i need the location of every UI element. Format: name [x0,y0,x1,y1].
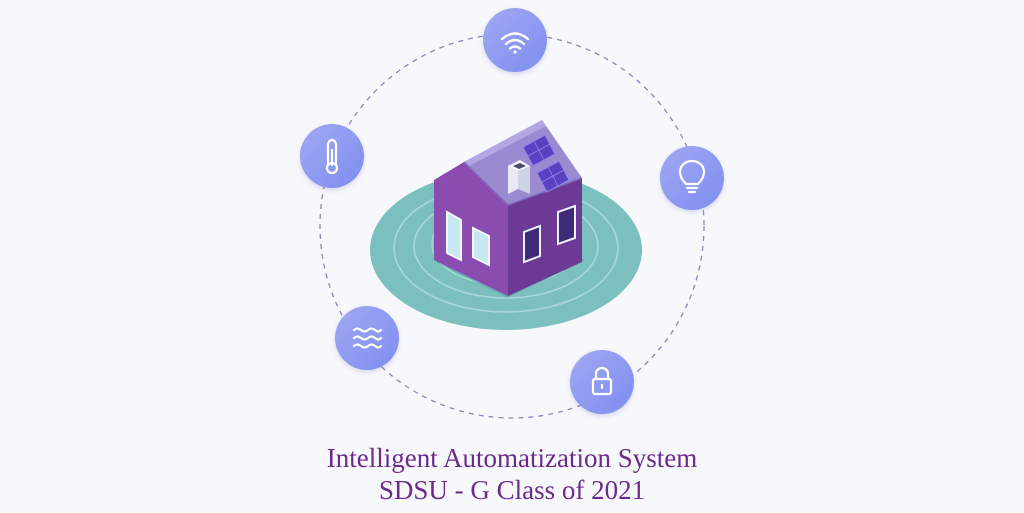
wifi-node[interactable] [483,8,547,72]
chimney [508,160,530,194]
smart-home-illustration [300,8,724,419]
lightbulb-node[interactable] [660,146,724,210]
water-node[interactable] [335,306,399,370]
lock-node[interactable] [570,350,634,414]
caption-subtitle: SDSU - G Class of 2021 [378,475,646,505]
caption-title: Intelligent Automatization System [326,443,698,473]
thermometer-node[interactable] [300,124,364,188]
